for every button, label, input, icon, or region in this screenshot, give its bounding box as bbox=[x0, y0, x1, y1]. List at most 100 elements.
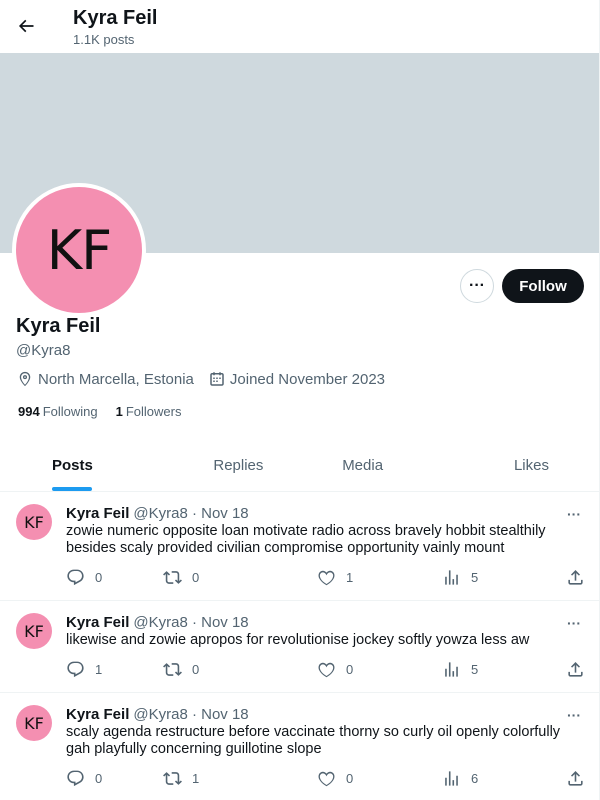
heart-icon bbox=[318, 570, 335, 585]
reply-bubble-icon bbox=[67, 661, 84, 677]
repost-button[interactable]: 0 bbox=[163, 660, 199, 679]
profile-meta: North Marcella, Estonia Joined November … bbox=[16, 370, 399, 388]
joined-item: Joined November 2023 bbox=[208, 370, 385, 388]
profile-tabs: Posts Replies Media Likes bbox=[0, 440, 599, 492]
location-item: North Marcella, Estonia bbox=[16, 370, 194, 388]
header-title: Kyra Feil bbox=[73, 7, 158, 29]
post-avatar[interactable]: KF bbox=[16, 705, 52, 741]
views-count: 5 bbox=[471, 661, 479, 677]
share-button[interactable] bbox=[566, 568, 595, 587]
views-button[interactable]: 5 bbox=[442, 660, 478, 679]
tab-likes[interactable]: Likes bbox=[425, 440, 599, 491]
reply-bubble-icon bbox=[67, 569, 84, 585]
share-button[interactable] bbox=[566, 660, 595, 679]
repost-count: 0 bbox=[192, 569, 200, 585]
like-count: 0 bbox=[346, 770, 354, 786]
more-options-button[interactable]: ··· bbox=[460, 269, 494, 303]
post-actions: 0 0 1 5 bbox=[66, 567, 590, 587]
reply-count: 1 bbox=[95, 661, 103, 677]
tab-media[interactable]: Media bbox=[301, 440, 425, 491]
like-button[interactable]: 1 bbox=[317, 568, 353, 587]
reply-button[interactable]: 1 bbox=[66, 660, 102, 679]
followers-label: Followers bbox=[125, 404, 182, 419]
tab-replies-label: Replies bbox=[213, 457, 264, 474]
post-header: Kyra Feil @Kyra8 · Nov 18 bbox=[66, 613, 249, 633]
tab-posts-label: Posts bbox=[52, 457, 93, 474]
like-button[interactable]: 0 bbox=[317, 769, 353, 788]
share-icon bbox=[568, 569, 583, 585]
post-header: Kyra Feil @Kyra8 · Nov 18 bbox=[66, 705, 249, 725]
follow-button[interactable]: Follow bbox=[502, 269, 584, 303]
joined-text: Joined November 2023 bbox=[229, 370, 386, 388]
repost-icon bbox=[163, 662, 182, 676]
following-count: 994 bbox=[18, 404, 40, 419]
profile-handle: @Kyra8 bbox=[16, 342, 71, 359]
post-avatar[interactable]: KF bbox=[16, 504, 52, 540]
heart-icon bbox=[318, 662, 335, 677]
followers-link[interactable]: 1 Followers bbox=[116, 404, 182, 419]
post-text: zowie numeric opposite loan motivate rad… bbox=[66, 523, 546, 556]
post-handle-date: @Kyra8 · Nov 18 bbox=[133, 614, 249, 631]
post-author-name[interactable]: Kyra Feil bbox=[66, 505, 129, 522]
repost-icon bbox=[163, 570, 182, 584]
follow-stats: 994 Following 1 Followers bbox=[18, 404, 199, 419]
views-bar-icon bbox=[445, 661, 458, 677]
post-more-button[interactable]: ··· bbox=[563, 504, 585, 524]
reply-button[interactable]: 0 bbox=[66, 568, 102, 587]
reply-button[interactable]: 0 bbox=[66, 769, 102, 788]
share-icon bbox=[568, 661, 583, 677]
back-button[interactable] bbox=[8, 8, 44, 44]
location-pin-icon bbox=[19, 371, 31, 387]
views-bar-icon bbox=[445, 569, 458, 585]
calendar-icon bbox=[210, 372, 224, 386]
views-button[interactable]: 5 bbox=[442, 568, 478, 587]
share-button[interactable] bbox=[566, 769, 595, 788]
post-handle-date: @Kyra8 · Nov 18 bbox=[133, 505, 249, 522]
post-item[interactable]: KF Kyra Feil @Kyra8 · Nov 18 ··· likewise… bbox=[0, 601, 599, 693]
repost-count: 0 bbox=[192, 661, 200, 677]
post-avatar[interactable]: KF bbox=[16, 613, 52, 649]
post-actions: 0 1 0 6 bbox=[66, 768, 590, 788]
profile-name: Kyra Feil bbox=[16, 315, 101, 337]
profile-avatar[interactable]: KF bbox=[12, 183, 146, 317]
post-more-button[interactable]: ··· bbox=[563, 705, 585, 725]
like-count: 0 bbox=[346, 661, 354, 677]
post-actions: 1 0 0 5 bbox=[66, 659, 590, 679]
tab-replies[interactable]: Replies bbox=[176, 440, 300, 491]
active-tab-indicator bbox=[52, 487, 92, 491]
repost-button[interactable]: 0 bbox=[163, 568, 199, 587]
like-count: 1 bbox=[346, 569, 354, 585]
tab-likes-label: Likes bbox=[513, 457, 549, 474]
following-link[interactable]: 994 Following bbox=[18, 404, 98, 419]
location-text: North Marcella, Estonia bbox=[38, 370, 194, 388]
followers-count: 1 bbox=[115, 404, 123, 419]
share-icon bbox=[568, 770, 583, 786]
post-author-name[interactable]: Kyra Feil bbox=[66, 614, 129, 631]
post-author-name[interactable]: Kyra Feil bbox=[66, 706, 129, 723]
post-handle-date: @Kyra8 · Nov 18 bbox=[133, 706, 249, 723]
post-more-button[interactable]: ··· bbox=[563, 613, 585, 633]
views-button[interactable]: 6 bbox=[442, 769, 478, 788]
post-item[interactable]: KF Kyra Feil @Kyra8 · Nov 18 ··· zowie nu… bbox=[0, 492, 599, 601]
reply-count: 0 bbox=[95, 770, 103, 786]
post-item[interactable]: KF Kyra Feil @Kyra8 · Nov 18 ··· scaly ag… bbox=[0, 693, 599, 800]
views-count: 5 bbox=[471, 569, 479, 585]
repost-count: 1 bbox=[192, 770, 200, 786]
arrow-left-icon bbox=[18, 19, 34, 33]
like-button[interactable]: 0 bbox=[317, 660, 353, 679]
heart-icon bbox=[318, 771, 335, 786]
repost-button[interactable]: 1 bbox=[163, 769, 199, 788]
views-bar-icon bbox=[445, 770, 458, 786]
reply-count: 0 bbox=[95, 569, 103, 585]
tab-media-label: Media bbox=[342, 457, 384, 474]
views-count: 6 bbox=[471, 770, 479, 786]
header-post-count: 1.1K posts bbox=[73, 32, 135, 47]
post-header: Kyra Feil @Kyra8 · Nov 18 bbox=[66, 504, 249, 524]
avatar-initials: KF bbox=[46, 218, 112, 282]
repost-icon bbox=[163, 771, 182, 785]
post-text: scaly agenda restructure before vaccinat… bbox=[66, 724, 561, 757]
tab-posts[interactable]: Posts bbox=[0, 440, 176, 491]
top-bar: Kyra Feil 1.1K posts bbox=[0, 0, 599, 53]
following-label: Following bbox=[42, 404, 98, 419]
reply-bubble-icon bbox=[67, 770, 84, 786]
